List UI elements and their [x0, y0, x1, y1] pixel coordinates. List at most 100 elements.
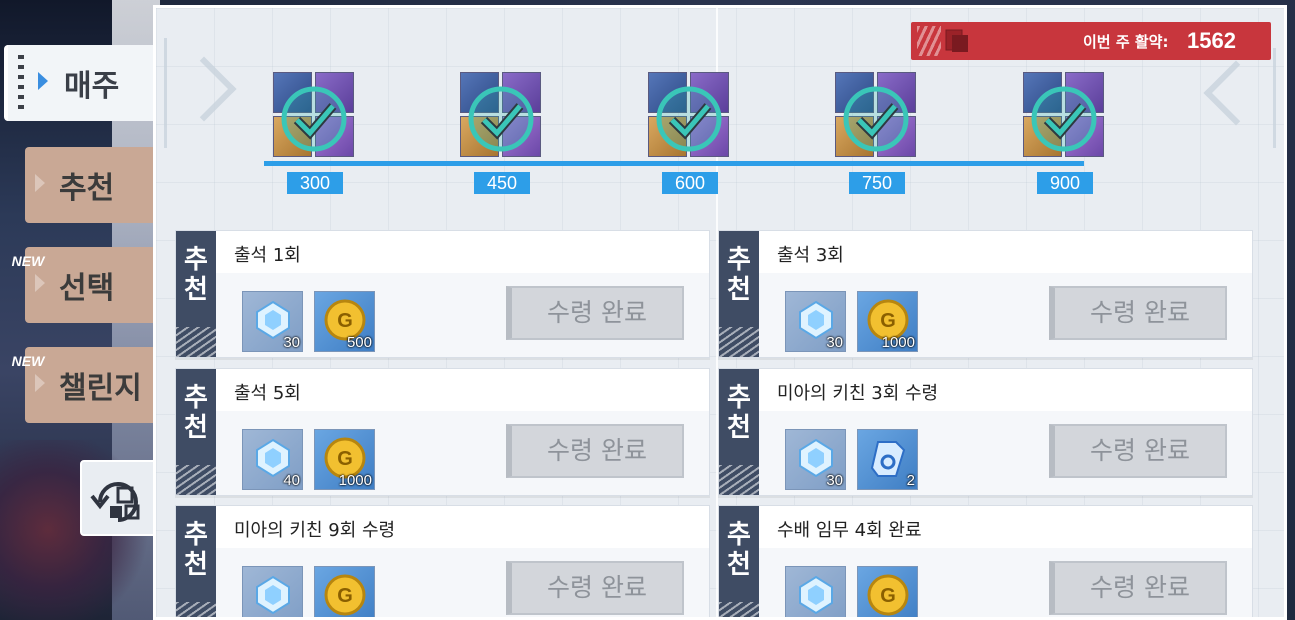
tab-dots-decoration [18, 55, 24, 111]
milestone-reward[interactable]: 450 [454, 72, 550, 196]
activity-label: 이번 주 활약: [1083, 33, 1169, 51]
milestone-value: 750 [849, 172, 905, 194]
svg-text:G: G [337, 448, 353, 470]
tab-weekly-label: 매주 [64, 69, 120, 104]
milestone-value: 600 [662, 172, 718, 194]
reward-qty: 40 [283, 472, 300, 489]
new-badge-label: NEW [11, 253, 45, 269]
recommend-tag: 추천 [176, 231, 216, 357]
milestone-reward[interactable]: 300 [267, 72, 363, 196]
mission-card: 추천 출석 1회 30 G 500 수령 완료 [175, 230, 710, 358]
claimed-check-icon [1031, 86, 1097, 152]
claimed-check-icon [468, 86, 534, 152]
rotate-view-button[interactable] [80, 460, 156, 536]
reward-item[interactable]: G 1000 [314, 429, 375, 490]
blue-ticket-icon [870, 441, 906, 477]
recommend-tag: 추천 [719, 231, 759, 357]
rotate-icon [90, 482, 140, 522]
tab-recommend-label: 추천 [59, 171, 115, 206]
claimed-button[interactable]: 수령 완료 [1049, 561, 1227, 615]
mission-title: 출석 1회 [234, 245, 301, 266]
reward-item[interactable]: G [314, 566, 375, 617]
milestone-value: 300 [287, 172, 343, 194]
weekly-mission-panel: 이번 주 활약: 1562 300 450 600 750 900 추천 출석 … [153, 5, 1287, 620]
mission-card: 추천 미아의 키친 3회 수령 30 2 수령 완료 [718, 368, 1253, 496]
reward-item[interactable]: 30 [785, 291, 846, 352]
mission-title: 미아의 키친 9회 수령 [234, 520, 396, 541]
gold-coin-icon: G [867, 574, 909, 616]
recommend-tag: 추천 [176, 369, 216, 495]
reward-item[interactable]: 40 [242, 429, 303, 490]
claimed-check-icon [656, 86, 722, 152]
mission-card: 추천 수배 임무 4회 완료 G 수령 완료 [718, 505, 1253, 617]
reward-item[interactable]: 2 [857, 429, 918, 490]
recommend-tag: 추천 [176, 506, 216, 617]
recommend-tag: 추천 [719, 369, 759, 495]
svg-text:G: G [880, 585, 896, 607]
tab-arrow-icon [35, 174, 45, 192]
reward-item[interactable]: 30 [785, 429, 846, 490]
recommend-tag-label: 추천 [184, 383, 208, 443]
svg-text:G: G [880, 310, 896, 332]
milestone-reward[interactable]: 750 [829, 72, 925, 196]
reward-qty: 30 [826, 472, 843, 489]
banner-stripes [917, 26, 941, 56]
reward-item[interactable]: G 1000 [857, 291, 918, 352]
crystal-icon [799, 575, 833, 615]
reward-qty: 30 [283, 334, 300, 351]
svg-text:G: G [337, 585, 353, 607]
reward-item[interactable] [242, 566, 303, 617]
mission-title: 출석 5회 [234, 383, 301, 404]
new-badge: NEW [4, 342, 52, 380]
tab-challenge-label: 챌린지 [59, 371, 142, 406]
tab-recommend[interactable]: 추천 [25, 147, 155, 223]
mission-card: 추천 출석 3회 30 G 1000 수령 완료 [718, 230, 1253, 358]
claimed-button[interactable]: 수령 완료 [506, 561, 684, 615]
mission-title: 출석 3회 [777, 245, 844, 266]
claimed-check-icon [281, 86, 347, 152]
reward-qty: 1000 [338, 472, 372, 489]
recommend-tag-label: 추천 [184, 520, 208, 580]
milestone-reward[interactable]: 600 [642, 72, 738, 196]
reward-item[interactable] [785, 566, 846, 617]
milestone-value: 450 [474, 172, 530, 194]
activity-book-icon [945, 29, 968, 52]
claimed-check-icon [843, 86, 909, 152]
tab-arrow-icon [35, 274, 45, 292]
reward-qty: 2 [906, 472, 915, 489]
tab-select-label: 선택 [59, 271, 115, 306]
crystal-icon [256, 575, 290, 615]
new-badge-label: NEW [11, 353, 45, 369]
mission-title: 수배 임무 4회 완료 [777, 520, 922, 541]
milestone-value: 900 [1037, 172, 1093, 194]
tab-arrow-icon [38, 72, 48, 90]
claimed-button[interactable]: 수령 완료 [1049, 286, 1227, 340]
mission-title: 미아의 키친 3회 수령 [777, 383, 939, 404]
tab-weekly[interactable]: 매주 [4, 45, 154, 121]
weekly-activity-banner: 이번 주 활약: 1562 [911, 22, 1271, 60]
reward-qty: 500 [346, 334, 372, 351]
mission-card: 추천 미아의 키친 9회 수령 G 수령 완료 [175, 505, 710, 617]
activity-value: 1562 [1187, 28, 1236, 53]
milestone-reward[interactable]: 900 [1017, 72, 1113, 196]
gold-coin-icon: G [324, 574, 366, 616]
chevron-left-decoration [164, 38, 224, 148]
svg-text:G: G [337, 310, 353, 332]
recommend-tag-label: 추천 [727, 520, 751, 580]
recommend-tag: 추천 [719, 506, 759, 617]
reward-item[interactable]: 30 [242, 291, 303, 352]
mission-card: 추천 출석 5회 40 G 1000 수령 완료 [175, 368, 710, 496]
recommend-tag-label: 추천 [184, 245, 208, 305]
reward-item[interactable]: G 500 [314, 291, 375, 352]
reward-item[interactable]: G [857, 566, 918, 617]
claimed-button[interactable]: 수령 완료 [506, 424, 684, 478]
recommend-tag-label: 추천 [727, 383, 751, 443]
reward-qty: 30 [826, 334, 843, 351]
reward-qty: 1000 [881, 334, 915, 351]
recommend-tag-label: 추천 [727, 245, 751, 305]
claimed-button[interactable]: 수령 완료 [1049, 424, 1227, 478]
chevron-right-decoration [1216, 48, 1276, 148]
claimed-button[interactable]: 수령 완료 [506, 286, 684, 340]
tab-arrow-icon [35, 374, 45, 392]
new-badge: NEW [4, 242, 52, 280]
